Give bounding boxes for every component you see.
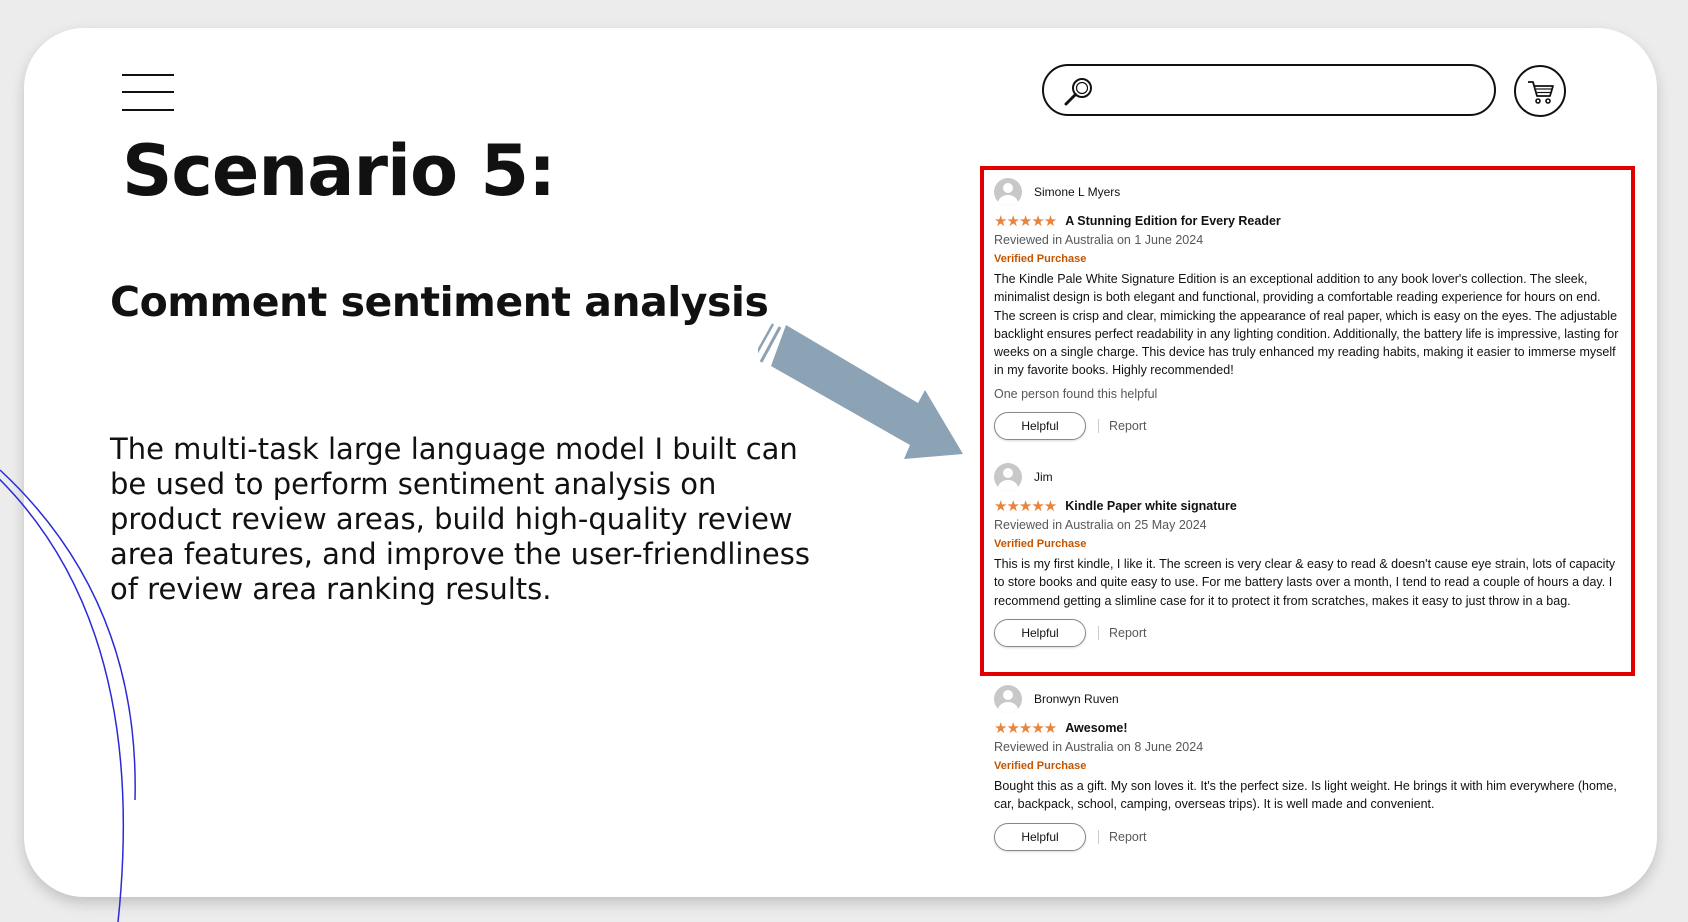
review-body: This is my first kindle, I like it. The … (994, 557, 1616, 608)
review-body: Bought this as a gift. My son loves it. … (994, 779, 1617, 812)
review-item: Bronwyn Ruven ★★★★★ Awesome! Reviewed in… (994, 685, 1619, 851)
review-date: Reviewed in Australia on 1 June 2024 (994, 233, 1204, 247)
hamburger-menu-icon[interactable] (122, 72, 174, 112)
page-title: Scenario 5: (122, 130, 556, 212)
magnifier-icon (1064, 78, 1092, 106)
avatar (994, 178, 1022, 206)
review-title[interactable]: Awesome! (1065, 721, 1127, 735)
star-rating: ★★★★★ (994, 498, 1057, 515)
review-title[interactable]: A Stunning Edition for Every Reader (1065, 214, 1281, 228)
cart-button[interactable] (1514, 65, 1566, 117)
review-item: Jim ★★★★★ Kindle Paper white signature R… (994, 463, 1619, 647)
avatar (994, 463, 1022, 491)
section-subtitle: Comment sentiment analysis (110, 278, 769, 326)
review-author: Simone L Myers (1034, 185, 1121, 199)
helpful-count: One person found this helpful (994, 386, 1158, 401)
report-link[interactable]: Report (1109, 830, 1147, 844)
verified-badge: Verified Purchase (994, 253, 1087, 265)
review-author: Bronwyn Ruven (1034, 692, 1119, 706)
report-link[interactable]: Report (1109, 626, 1147, 640)
helpful-button[interactable]: Helpful (994, 618, 1086, 647)
verified-badge: Verified Purchase (994, 538, 1087, 550)
pointer-arrow (758, 323, 963, 459)
review-body: The Kindle Pale White Signature Edition … (994, 272, 1619, 378)
review-date: Reviewed in Australia on 8 June 2024 (994, 740, 1204, 754)
verified-badge: Verified Purchase (994, 760, 1087, 772)
review-title[interactable]: Kindle Paper white signature (1065, 499, 1237, 513)
review-item: Simone L Myers ★★★★★ A Stunning Edition … (994, 178, 1619, 440)
star-rating: ★★★★★ (994, 213, 1057, 230)
helpful-button[interactable]: Helpful (994, 822, 1086, 851)
divider (1098, 418, 1099, 433)
shopping-cart-icon (1528, 81, 1554, 104)
divider (1098, 829, 1099, 844)
search-input[interactable] (1042, 64, 1496, 116)
avatar (994, 685, 1022, 713)
review-author: Jim (1034, 470, 1053, 484)
helpful-button[interactable]: Helpful (994, 411, 1086, 440)
review-date: Reviewed in Australia on 25 May 2024 (994, 518, 1207, 532)
star-rating: ★★★★★ (994, 720, 1057, 737)
description-text: The multi-task large language model I bu… (110, 432, 810, 606)
divider (1098, 625, 1099, 640)
report-link[interactable]: Report (1109, 419, 1147, 433)
